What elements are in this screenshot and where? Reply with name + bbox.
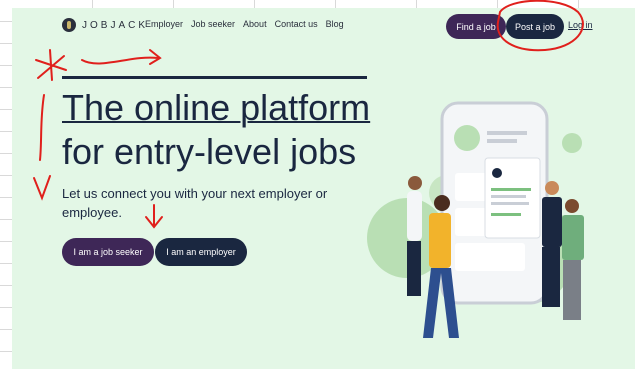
annotation-arrow-right xyxy=(81,49,162,65)
annotation-arrow-down-left xyxy=(33,175,51,201)
annotation-asterisk xyxy=(35,49,67,81)
annotation-circle xyxy=(496,0,584,52)
annotation-vertical-line xyxy=(39,94,45,161)
annotation-arrow-down xyxy=(145,204,163,229)
annotation-overlay xyxy=(33,0,584,229)
